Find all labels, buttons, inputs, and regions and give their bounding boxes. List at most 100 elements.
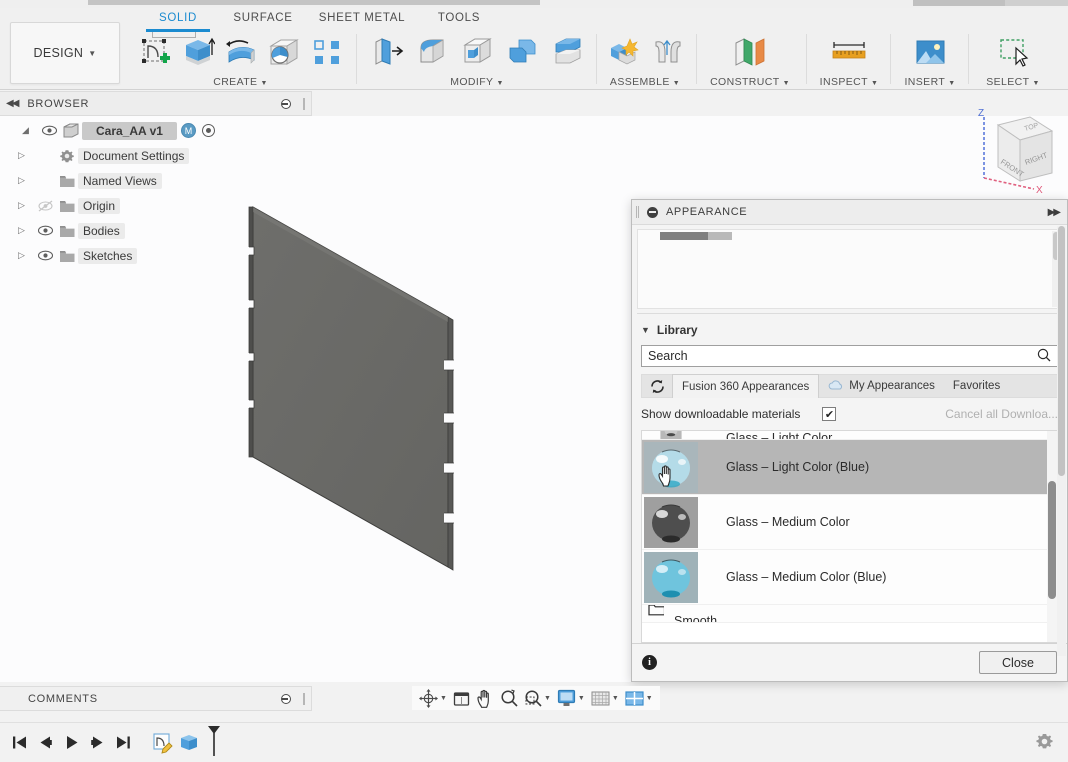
extrude-icon[interactable] bbox=[176, 32, 219, 72]
tree-label-origin: Origin bbox=[78, 197, 121, 214]
offset-face-icon[interactable] bbox=[544, 32, 589, 72]
component-icon bbox=[60, 123, 82, 138]
panel-resize-grip[interactable] bbox=[303, 97, 305, 110]
collapse-panel-icon[interactable]: ◀◀ bbox=[6, 98, 19, 109]
appearance-dialog-footer: i Close bbox=[632, 643, 1067, 681]
look-at-icon[interactable] bbox=[450, 687, 473, 709]
fillet-icon[interactable] bbox=[409, 32, 454, 72]
tab-sheet-metal[interactable]: SHEET METAL bbox=[308, 9, 416, 29]
sketch-feature-icon[interactable] bbox=[150, 730, 176, 756]
comments-panel-header[interactable]: COMMENTS bbox=[0, 686, 312, 711]
tree-row-origin[interactable]: ▷ Origin bbox=[0, 193, 312, 218]
workspace-switcher-button[interactable]: DESIGN ▼ bbox=[10, 22, 120, 84]
zoom-icon[interactable] bbox=[497, 687, 521, 709]
comments-options-icon[interactable] bbox=[281, 693, 291, 704]
pattern-icon[interactable] bbox=[305, 32, 348, 72]
timeline-marker[interactable] bbox=[206, 725, 222, 760]
viewports-icon[interactable]: ▼ bbox=[622, 687, 656, 709]
ribbon-group-create-label[interactable]: CREATE ▼ bbox=[133, 76, 348, 88]
panel-resize-grip[interactable] bbox=[303, 692, 305, 705]
library-search-box[interactable] bbox=[641, 345, 1058, 367]
browser-options-icon[interactable] bbox=[281, 98, 291, 109]
appearance-dialog-header[interactable]: APPEARANCE ▶▶ bbox=[632, 200, 1067, 225]
tab-favorites[interactable]: Favorites bbox=[944, 375, 1009, 397]
eye-off-icon[interactable] bbox=[34, 199, 56, 212]
eye-icon[interactable] bbox=[34, 225, 56, 236]
ribbon-group-construct-label[interactable]: CONSTRUCT ▼ bbox=[700, 76, 800, 88]
chevron-down-icon: ▼ bbox=[672, 80, 681, 87]
shell-icon[interactable] bbox=[454, 32, 499, 72]
new-component-icon[interactable] bbox=[600, 32, 645, 72]
extrude-feature-icon[interactable] bbox=[176, 730, 202, 756]
expand-arrow-icon[interactable]: ▷ bbox=[18, 175, 34, 186]
search-input[interactable] bbox=[648, 349, 1037, 363]
show-downloadable-checkbox[interactable]: ✔ bbox=[822, 407, 837, 421]
close-button[interactable]: Close bbox=[979, 651, 1057, 674]
ribbon-group-modify-label[interactable]: MODIFY ▼ bbox=[364, 76, 590, 88]
play-icon[interactable] bbox=[58, 730, 84, 756]
tree-row-document-settings[interactable]: ▷ Document Settings bbox=[0, 143, 312, 168]
expand-right-icon[interactable]: ▶▶ bbox=[1048, 207, 1061, 218]
material-list-scrollbar[interactable] bbox=[1047, 431, 1057, 642]
activate-component-icon[interactable] bbox=[201, 124, 215, 137]
revolve-icon[interactable] bbox=[219, 32, 262, 72]
pan-icon[interactable] bbox=[473, 687, 497, 709]
cancel-all-downloads-link[interactable]: Cancel all Downloa... bbox=[945, 407, 1058, 421]
eye-icon[interactable] bbox=[34, 250, 56, 261]
gear-icon[interactable] bbox=[1035, 732, 1054, 754]
tree-row-named-views[interactable]: ▷ Named Views bbox=[0, 168, 312, 193]
press-pull-icon[interactable] bbox=[364, 32, 409, 72]
measure-icon[interactable] bbox=[827, 32, 872, 72]
list-item[interactable]: Smooth bbox=[642, 605, 1057, 623]
info-icon[interactable]: i bbox=[642, 655, 657, 670]
window-selection-icon[interactable] bbox=[991, 32, 1036, 72]
tab-surface[interactable]: SURFACE bbox=[222, 9, 304, 29]
in-this-design-list[interactable] bbox=[637, 229, 1062, 309]
list-item[interactable]: Glass – Medium Color bbox=[642, 495, 1057, 550]
insert-image-icon[interactable] bbox=[908, 32, 953, 72]
material-list[interactable]: Glass – Light Color Glass – Light Color … bbox=[641, 430, 1058, 643]
list-item[interactable]: Glass – Medium Color (Blue) bbox=[642, 550, 1057, 605]
material-badge[interactable]: M bbox=[180, 123, 196, 138]
ribbon-group-assemble-label[interactable]: ASSEMBLE ▼ bbox=[600, 76, 690, 88]
expand-arrow-icon[interactable]: ▷ bbox=[18, 250, 34, 261]
offset-plane-icon[interactable] bbox=[728, 32, 773, 72]
go-to-beginning-icon[interactable] bbox=[6, 730, 32, 756]
search-icon[interactable] bbox=[1037, 348, 1051, 365]
create-sketch-icon[interactable] bbox=[133, 32, 176, 72]
ribbon-group-select-label[interactable]: SELECT ▼ bbox=[972, 76, 1054, 88]
expand-arrow-icon[interactable]: ▷ bbox=[18, 225, 34, 236]
joint-icon[interactable] bbox=[645, 32, 690, 72]
tab-fusion-360-appearances[interactable]: Fusion 360 Appearances bbox=[672, 374, 820, 398]
grid-snap-icon[interactable]: ▼ bbox=[588, 687, 622, 709]
list-item[interactable]: Glass – Light Color bbox=[642, 431, 1057, 440]
list-item[interactable]: Glass – Light Color (Blue) bbox=[642, 440, 1057, 495]
tree-row-bodies[interactable]: ▷ Bodies bbox=[0, 218, 312, 243]
expand-arrow-icon[interactable]: ▷ bbox=[18, 200, 34, 211]
tree-row-component[interactable]: ◢ Cara_AA v1 M bbox=[0, 118, 312, 143]
refresh-icon[interactable] bbox=[642, 378, 672, 395]
expand-arrow-icon[interactable]: ◢ bbox=[22, 125, 38, 136]
library-header[interactable]: ▼ Library bbox=[641, 320, 1058, 340]
tab-solid[interactable]: SOLID bbox=[142, 9, 214, 32]
dialog-drag-grip[interactable] bbox=[636, 206, 639, 218]
minimize-icon[interactable] bbox=[647, 206, 658, 218]
sphere-icon[interactable] bbox=[262, 32, 305, 72]
tree-row-sketches[interactable]: ▷ Sketches bbox=[0, 243, 312, 268]
view-cube[interactable]: TOP FRONT RIGHT Z X bbox=[958, 103, 1058, 195]
zoom-window-icon[interactable]: ▼ bbox=[521, 687, 554, 709]
display-settings-icon[interactable]: ▼ bbox=[554, 687, 588, 709]
go-to-end-icon[interactable] bbox=[110, 730, 136, 756]
combine-icon[interactable] bbox=[499, 32, 544, 72]
eye-icon[interactable] bbox=[38, 125, 60, 136]
ribbon-group-insert-label[interactable]: INSERT ▼ bbox=[894, 76, 966, 88]
orbit-icon[interactable]: ▼ bbox=[416, 687, 450, 709]
step-forward-icon[interactable] bbox=[84, 730, 110, 756]
tab-my-appearances[interactable]: My Appearances bbox=[819, 375, 944, 397]
ribbon-group-inspect-label[interactable]: INSPECT ▼ bbox=[810, 76, 888, 88]
window-tab-strip bbox=[0, 0, 1068, 8]
appearance-panel-scrollbar[interactable] bbox=[1057, 226, 1066, 656]
step-back-icon[interactable] bbox=[32, 730, 58, 756]
tab-tools[interactable]: TOOLS bbox=[424, 9, 494, 29]
expand-arrow-icon[interactable]: ▷ bbox=[18, 150, 34, 161]
